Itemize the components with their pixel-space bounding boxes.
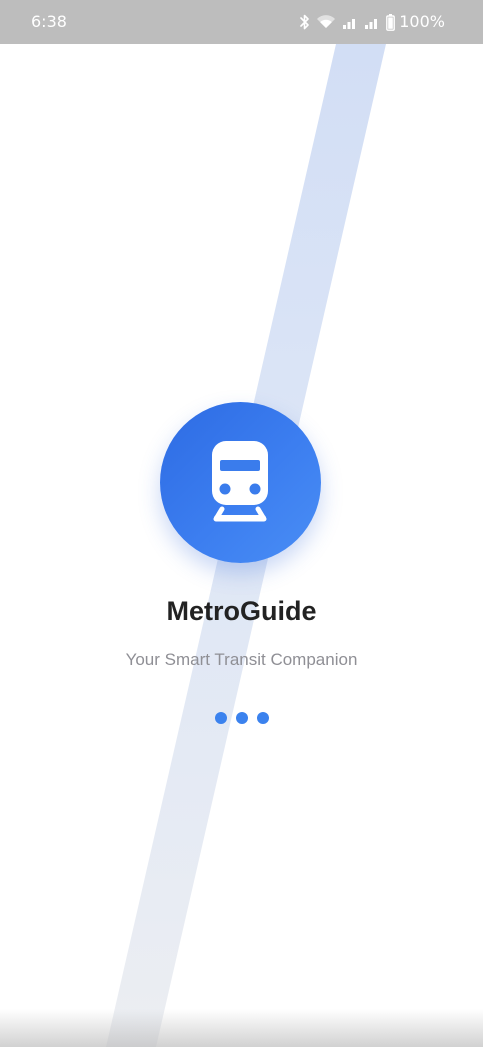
status-bar: 6:38 100% [0, 0, 483, 44]
battery-icon [386, 13, 396, 31]
wifi-icon [316, 14, 336, 30]
status-time: 6:38 [31, 12, 67, 31]
signal-icon [342, 15, 358, 29]
loading-dot [256, 712, 269, 724]
signal-icon-2 [364, 15, 380, 29]
status-icons: 100% [300, 0, 445, 44]
loading-dot [214, 712, 227, 724]
app-name: MetroGuide [166, 596, 317, 626]
loading-indicator [0, 712, 483, 724]
app-logo [160, 402, 321, 563]
train-icon [211, 440, 268, 521]
battery-percent: 100% [399, 12, 445, 31]
loading-dot [235, 712, 248, 724]
gesture-nav-area [0, 1009, 483, 1047]
bluetooth-icon [300, 14, 310, 30]
splash-screen: 6:38 100% MetroGuide Your Smart Transit … [0, 0, 483, 1047]
app-tagline: Your Smart Transit Companion [125, 650, 358, 669]
